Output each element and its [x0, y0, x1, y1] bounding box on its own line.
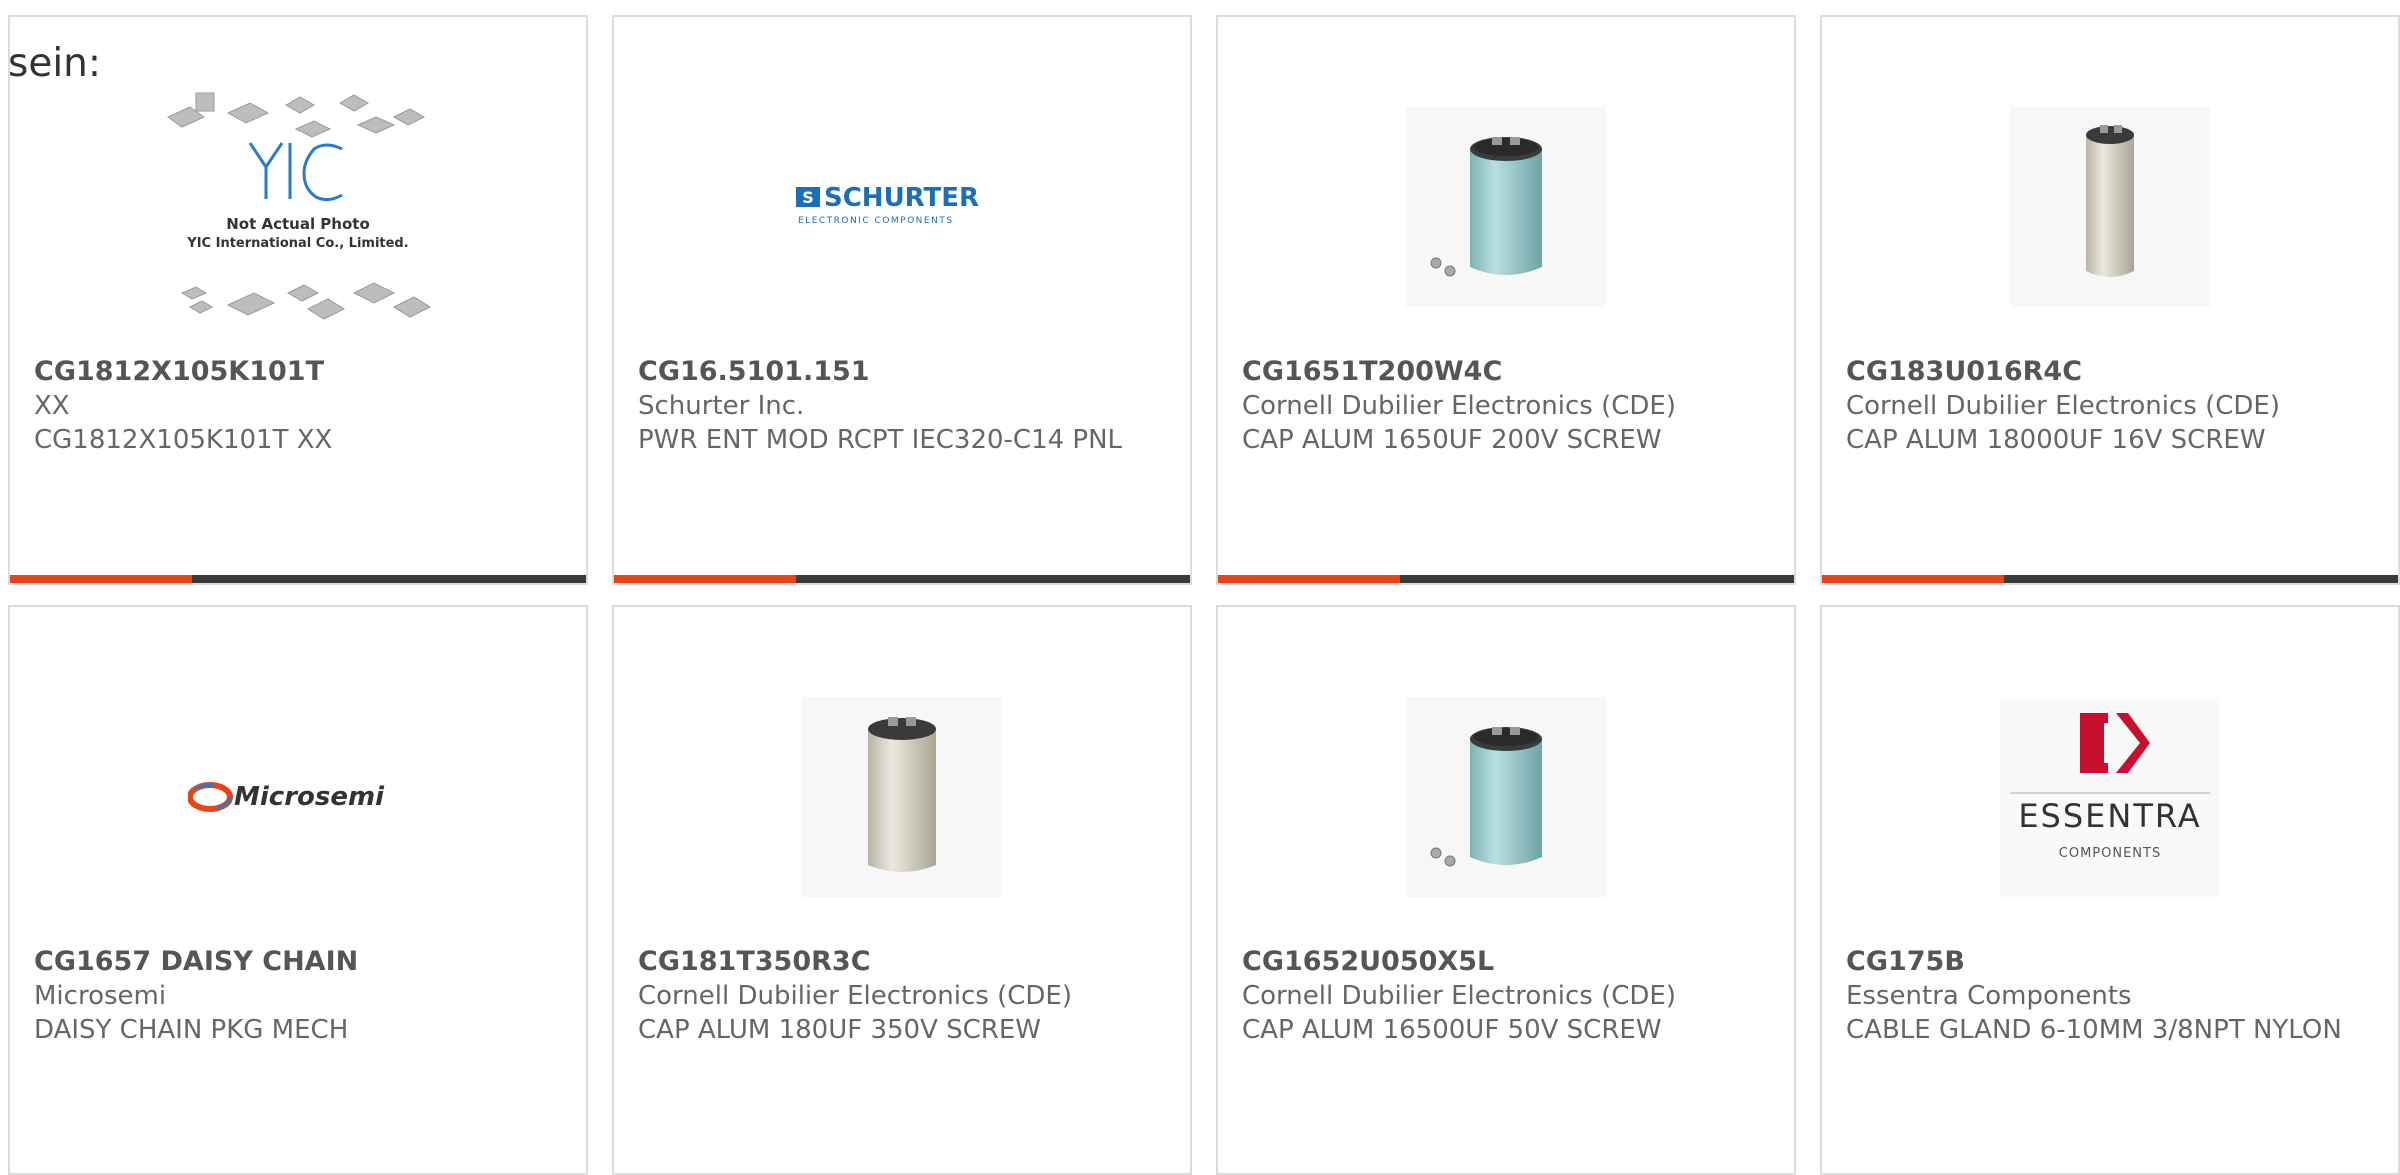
- product-card[interactable]: Not Actual Photo YIC International Co., …: [8, 15, 588, 585]
- card-footer-bar: [1822, 575, 2398, 583]
- product-image: [1822, 57, 2398, 357]
- manufacturer: Cornell Dubilier Electronics (CDE): [638, 981, 1072, 1011]
- product-image: Not Actual Photo YIC International Co., …: [10, 57, 586, 357]
- product-grid: Not Actual Photo YIC International Co., …: [8, 15, 2400, 1175]
- part-number[interactable]: CG1651T200W4C: [1242, 355, 1770, 389]
- product-card[interactable]: Microsemi CG1657 DAISY CHAIN Microsemi D…: [8, 605, 588, 1175]
- description: CAP ALUM 180UF 350V SCREW: [638, 1015, 1041, 1045]
- product-card[interactable]: S SCHURTER ELECTRONIC COMPONENTS CG16.51…: [612, 15, 1192, 585]
- product-image: [1218, 647, 1794, 947]
- product-info: CG1651T200W4C Cornell Dubilier Electroni…: [1242, 355, 1770, 457]
- description: PWR ENT MOD RCPT IEC320-C14 PNL: [638, 425, 1123, 455]
- product-card[interactable]: CG1651T200W4C Cornell Dubilier Electroni…: [1216, 15, 1796, 585]
- product-info: CG1812X105K101T XX CG1812X105K101T XX: [34, 355, 562, 457]
- part-number[interactable]: CG175B: [1846, 945, 2374, 979]
- card-footer-accent: [614, 575, 796, 583]
- essentra-logo-subtext: COMPONENTS: [2059, 846, 2161, 861]
- svg-text:S: S: [802, 188, 814, 207]
- manufacturer: Microsemi: [34, 981, 167, 1011]
- manufacturer: Schurter Inc.: [638, 391, 805, 421]
- description: CAP ALUM 18000UF 16V SCREW: [1846, 425, 2266, 455]
- capacitor-blue-icon: [1406, 697, 1606, 897]
- product-image: Microsemi: [10, 647, 586, 947]
- image-caption-2: YIC International Co., Limited.: [186, 236, 408, 251]
- product-image: S SCHURTER ELECTRONIC COMPONENTS: [614, 57, 1190, 357]
- part-number[interactable]: CG1657 DAISY CHAIN: [34, 945, 562, 979]
- capacitor-silver-icon: [802, 697, 1002, 897]
- manufacturer: XX: [34, 391, 70, 421]
- part-number[interactable]: CG181T350R3C: [638, 945, 1166, 979]
- product-info: CG1652U050X5L Cornell Dubilier Electroni…: [1242, 945, 1770, 1047]
- card-footer-bar: [614, 575, 1190, 583]
- product-card[interactable]: ESSENTRA COMPONENTS CG175B Essentra Comp…: [1820, 605, 2400, 1175]
- description: CAP ALUM 16500UF 50V SCREW: [1242, 1015, 1662, 1045]
- product-info: CG1657 DAISY CHAIN Microsemi DAISY CHAIN…: [34, 945, 562, 1047]
- product-card[interactable]: CG1652U050X5L Cornell Dubilier Electroni…: [1216, 605, 1796, 1175]
- part-number[interactable]: CG1812X105K101T: [34, 355, 562, 389]
- description: CAP ALUM 1650UF 200V SCREW: [1242, 425, 1662, 455]
- card-footer-accent: [10, 575, 192, 583]
- image-caption-1: Not Actual Photo: [226, 215, 370, 233]
- product-card[interactable]: CG183U016R4C Cornell Dubilier Electronic…: [1820, 15, 2400, 585]
- microsemi-logo-text: Microsemi: [234, 782, 385, 812]
- capacitor-blue-icon: [1406, 107, 1606, 307]
- card-footer-accent: [1822, 575, 2004, 583]
- card-footer-accent: [1218, 575, 1400, 583]
- intro-text: sein:: [8, 41, 102, 86]
- manufacturer: Cornell Dubilier Electronics (CDE): [1242, 981, 1676, 1011]
- manufacturer: Cornell Dubilier Electronics (CDE): [1242, 391, 1676, 421]
- schurter-logo-icon: S SCHURTER ELECTRONIC COMPONENTS: [796, 183, 979, 226]
- capacitor-silver-icon: [2010, 107, 2210, 307]
- microsemi-logo-icon: Microsemi: [188, 782, 385, 812]
- description: DAISY CHAIN PKG MECH: [34, 1015, 349, 1045]
- part-number[interactable]: CG16.5101.151: [638, 355, 1166, 389]
- product-info: CG16.5101.151 Schurter Inc. PWR ENT MOD …: [638, 355, 1166, 457]
- card-footer-bar: [10, 575, 586, 583]
- essentra-logo-icon: ESSENTRA COMPONENTS: [2000, 697, 2220, 897]
- description: CABLE GLAND 6-10MM 3/8NPT NYLON: [1846, 1015, 2342, 1045]
- part-number[interactable]: CG1652U050X5L: [1242, 945, 1770, 979]
- essentra-logo-text: ESSENTRA: [2018, 797, 2201, 835]
- part-number[interactable]: CG183U016R4C: [1846, 355, 2374, 389]
- schurter-logo-text: SCHURTER: [824, 183, 979, 213]
- manufacturer: Essentra Components: [1846, 981, 2132, 1011]
- product-image: [614, 647, 1190, 947]
- manufacturer: Cornell Dubilier Electronics (CDE): [1846, 391, 2280, 421]
- card-footer-bar: [1218, 575, 1794, 583]
- product-image: [1218, 57, 1794, 357]
- product-card[interactable]: CG181T350R3C Cornell Dubilier Electronic…: [612, 605, 1192, 1175]
- product-image: ESSENTRA COMPONENTS: [1822, 647, 2398, 947]
- yic-placeholder-image: Not Actual Photo YIC International Co., …: [167, 92, 432, 320]
- schurter-logo-subtext: ELECTRONIC COMPONENTS: [798, 216, 954, 226]
- product-info: CG183U016R4C Cornell Dubilier Electronic…: [1846, 355, 2374, 457]
- product-info: CG181T350R3C Cornell Dubilier Electronic…: [638, 945, 1166, 1047]
- description: CG1812X105K101T XX: [34, 425, 333, 455]
- product-info: CG175B Essentra Components CABLE GLAND 6…: [1846, 945, 2374, 1047]
